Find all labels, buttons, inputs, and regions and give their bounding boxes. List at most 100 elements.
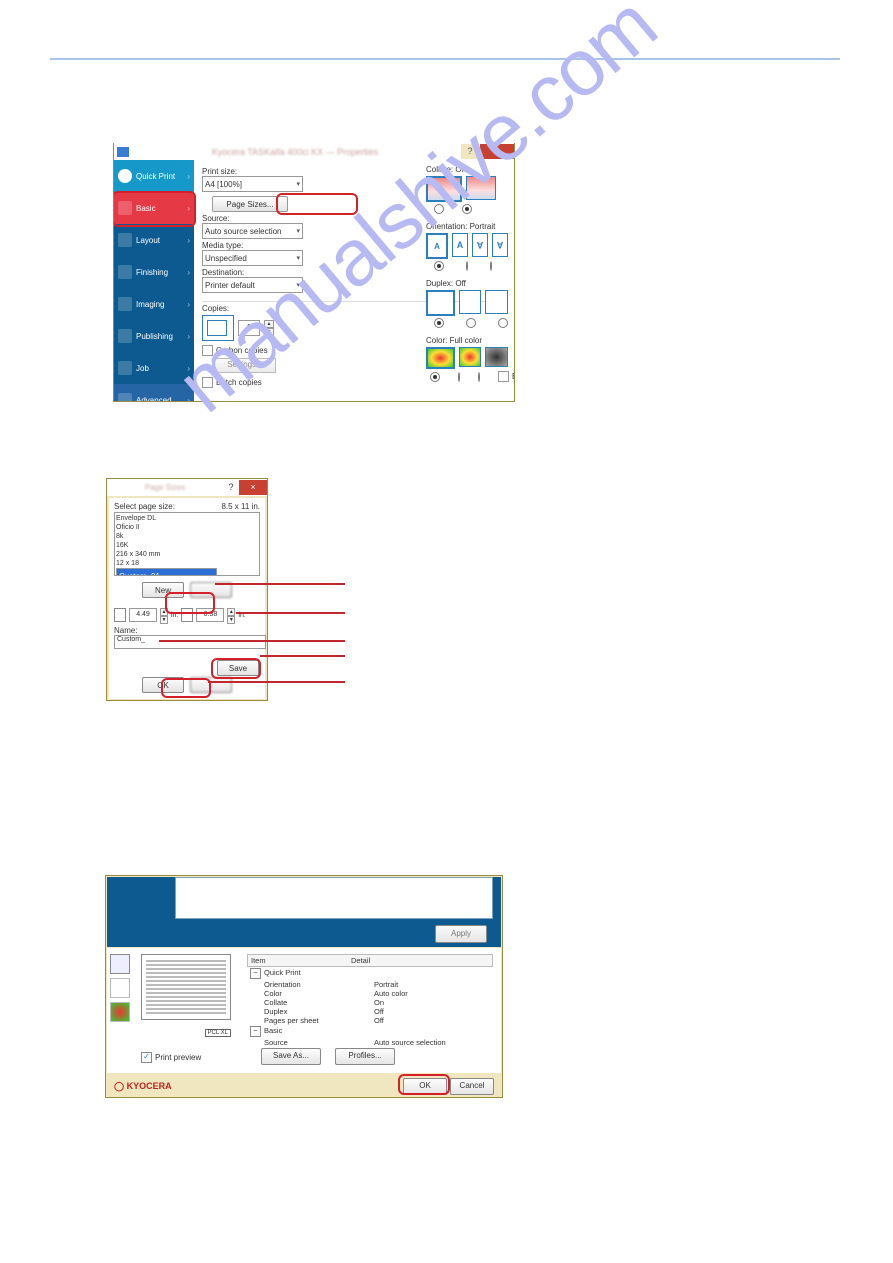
callout-line-save bbox=[260, 655, 345, 657]
ok-button[interactable]: OK bbox=[142, 677, 184, 693]
save-button[interactable]: Save bbox=[217, 660, 259, 676]
chevron-right-icon: › bbox=[187, 332, 190, 341]
app-icon bbox=[117, 147, 129, 157]
save-as-button[interactable]: Save As... bbox=[261, 1048, 321, 1065]
sidebar-item-imaging[interactable]: Imaging› bbox=[114, 288, 194, 320]
group-basic: Basic bbox=[264, 1026, 282, 1035]
duplex-short-tile[interactable] bbox=[485, 290, 508, 314]
dimensions-row: 4.49 ▲▼ in. 6.38 ▲▼ in. bbox=[114, 608, 260, 622]
sidebar-item-quickprint[interactable]: Quick Print › bbox=[114, 160, 194, 192]
orientation-portrait-flip[interactable]: A bbox=[472, 233, 488, 257]
mediatype-select[interactable]: Unspecified▾ bbox=[202, 250, 303, 266]
list-item[interactable]: 12 x 18 bbox=[116, 559, 258, 568]
orient-radio-4[interactable] bbox=[514, 261, 515, 271]
destination-select[interactable]: Printer default▾ bbox=[202, 277, 303, 293]
help-button[interactable]: ? bbox=[223, 480, 239, 495]
orient-radio-3[interactable] bbox=[490, 261, 492, 271]
height-input[interactable]: 6.38 bbox=[196, 608, 224, 622]
col-detail: Detail bbox=[351, 956, 370, 965]
width-input[interactable]: 4.49 bbox=[129, 608, 157, 622]
ok-button[interactable]: OK bbox=[403, 1078, 447, 1095]
page-size-listbox[interactable]: Envelope DL Oficio II 8k 16K 216 x 340 m… bbox=[114, 512, 260, 576]
preview-tab-1[interactable] bbox=[110, 954, 130, 974]
new-button[interactable]: New bbox=[142, 582, 184, 598]
duplex-long-tile[interactable] bbox=[459, 290, 482, 314]
close-button[interactable]: × bbox=[239, 480, 267, 495]
cancel-button[interactable] bbox=[190, 677, 232, 693]
orient-radio-1[interactable] bbox=[434, 261, 444, 271]
color-radio-1[interactable] bbox=[430, 372, 440, 382]
summary-top: Apply bbox=[107, 877, 501, 947]
duplex-radio-1[interactable] bbox=[434, 318, 444, 328]
orient-radio-2[interactable] bbox=[466, 261, 468, 271]
chevron-right-icon: › bbox=[187, 396, 190, 403]
sidebar-item-publishing[interactable]: Publishing› bbox=[114, 320, 194, 352]
print-properties-dialog: Kyocera TASKalfa 400ci KX — Properties ?… bbox=[113, 143, 515, 402]
color-radio-3[interactable] bbox=[478, 372, 480, 382]
list-item[interactable]: 216 x 340 mm bbox=[116, 550, 258, 559]
list-item[interactable]: 16K bbox=[116, 541, 258, 550]
value-current-size: 8.5 x 11 in. bbox=[221, 502, 260, 511]
setting-val: Auto color bbox=[374, 989, 408, 998]
label-collate: Collate: On bbox=[426, 165, 508, 174]
duplex-radio-2[interactable] bbox=[466, 318, 476, 328]
name-input[interactable]: Custom_ bbox=[114, 635, 266, 649]
color-bw-tile[interactable] bbox=[485, 347, 508, 367]
sidebar-label: Finishing bbox=[136, 268, 168, 277]
collapse-icon[interactable]: − bbox=[250, 968, 261, 979]
sidebar-label: Basic bbox=[136, 204, 156, 213]
setting-key: Duplex bbox=[250, 1007, 374, 1016]
checkbox-label: Batch copies bbox=[216, 378, 262, 387]
color-radio-2[interactable] bbox=[458, 372, 460, 382]
duplex-radio-3[interactable] bbox=[498, 318, 508, 328]
height-stepper[interactable]: ▲▼ bbox=[227, 608, 235, 622]
sidebar-label: Quick Print bbox=[136, 172, 175, 181]
apply-button[interactable]: Apply bbox=[435, 925, 487, 943]
copies-input[interactable]: 1 bbox=[238, 320, 260, 336]
chevron-right-icon: › bbox=[187, 172, 190, 181]
settings-button[interactable]: Settings... bbox=[214, 358, 276, 373]
close-button[interactable]: × bbox=[480, 144, 514, 159]
checkbox-icon bbox=[498, 371, 509, 382]
sidebar-item-finishing[interactable]: Finishing› bbox=[114, 256, 194, 288]
sidebar-item-layout[interactable]: Layout› bbox=[114, 224, 194, 256]
preview-tab-2[interactable] bbox=[110, 978, 130, 998]
sidebar-item-basic[interactable]: Basic› bbox=[114, 192, 194, 224]
orientation-landscape[interactable]: A bbox=[452, 233, 468, 257]
label-select-page-size: Select page size: bbox=[114, 502, 175, 511]
list-item[interactable]: Oficio II bbox=[116, 523, 258, 532]
page-sizes-button[interactable]: Page Sizes... bbox=[212, 196, 288, 212]
preview-tab-3[interactable] bbox=[110, 1002, 130, 1022]
label-name: Name: bbox=[114, 626, 260, 635]
color-auto-tile[interactable] bbox=[459, 347, 482, 367]
list-item[interactable]: Envelope DL bbox=[116, 514, 258, 523]
button-label: Save bbox=[229, 664, 247, 673]
profiles-button[interactable]: Profiles... bbox=[335, 1048, 395, 1065]
collate-off-tile[interactable] bbox=[466, 176, 496, 200]
source-select[interactable]: Auto source selection▾ bbox=[202, 223, 303, 239]
dropdown-arrow-icon: ▾ bbox=[296, 180, 300, 188]
ecoprint-checkbox[interactable]: EcoPrint bbox=[498, 371, 515, 382]
collate-radio-2[interactable] bbox=[462, 204, 472, 214]
duplex-off-tile[interactable] bbox=[426, 290, 455, 316]
color-full-tile[interactable] bbox=[426, 347, 455, 369]
print-size-select[interactable]: A4 [100%]▾ bbox=[202, 176, 303, 192]
pcl-tag: PCL XL bbox=[205, 1029, 231, 1037]
right-column: Collate: On Orientation: Portrait A A A … bbox=[426, 165, 508, 382]
copies-stepper[interactable]: ▲▼ bbox=[264, 320, 274, 336]
orientation-landscape-flip[interactable]: A bbox=[492, 233, 508, 257]
help-button[interactable]: ? bbox=[461, 144, 479, 159]
sidebar-item-advanced[interactable]: Advanced› bbox=[114, 384, 194, 402]
collapse-icon[interactable]: − bbox=[250, 1026, 261, 1037]
collate-radio-1[interactable] bbox=[434, 204, 444, 214]
collate-on-tile[interactable] bbox=[426, 176, 462, 202]
width-stepper[interactable]: ▲▼ bbox=[160, 608, 168, 622]
unit-label: in. bbox=[171, 612, 178, 619]
list-item[interactable]: 8k bbox=[116, 532, 258, 541]
print-preview-checkbox[interactable]: ✓Print preview bbox=[141, 1052, 201, 1063]
list-item-selected[interactable]: Custom_01 bbox=[116, 568, 217, 576]
orientation-portrait[interactable]: A bbox=[426, 233, 448, 259]
button-label: New bbox=[155, 586, 171, 595]
cancel-button[interactable]: Cancel bbox=[450, 1078, 494, 1095]
sidebar-item-job[interactable]: Job› bbox=[114, 352, 194, 384]
